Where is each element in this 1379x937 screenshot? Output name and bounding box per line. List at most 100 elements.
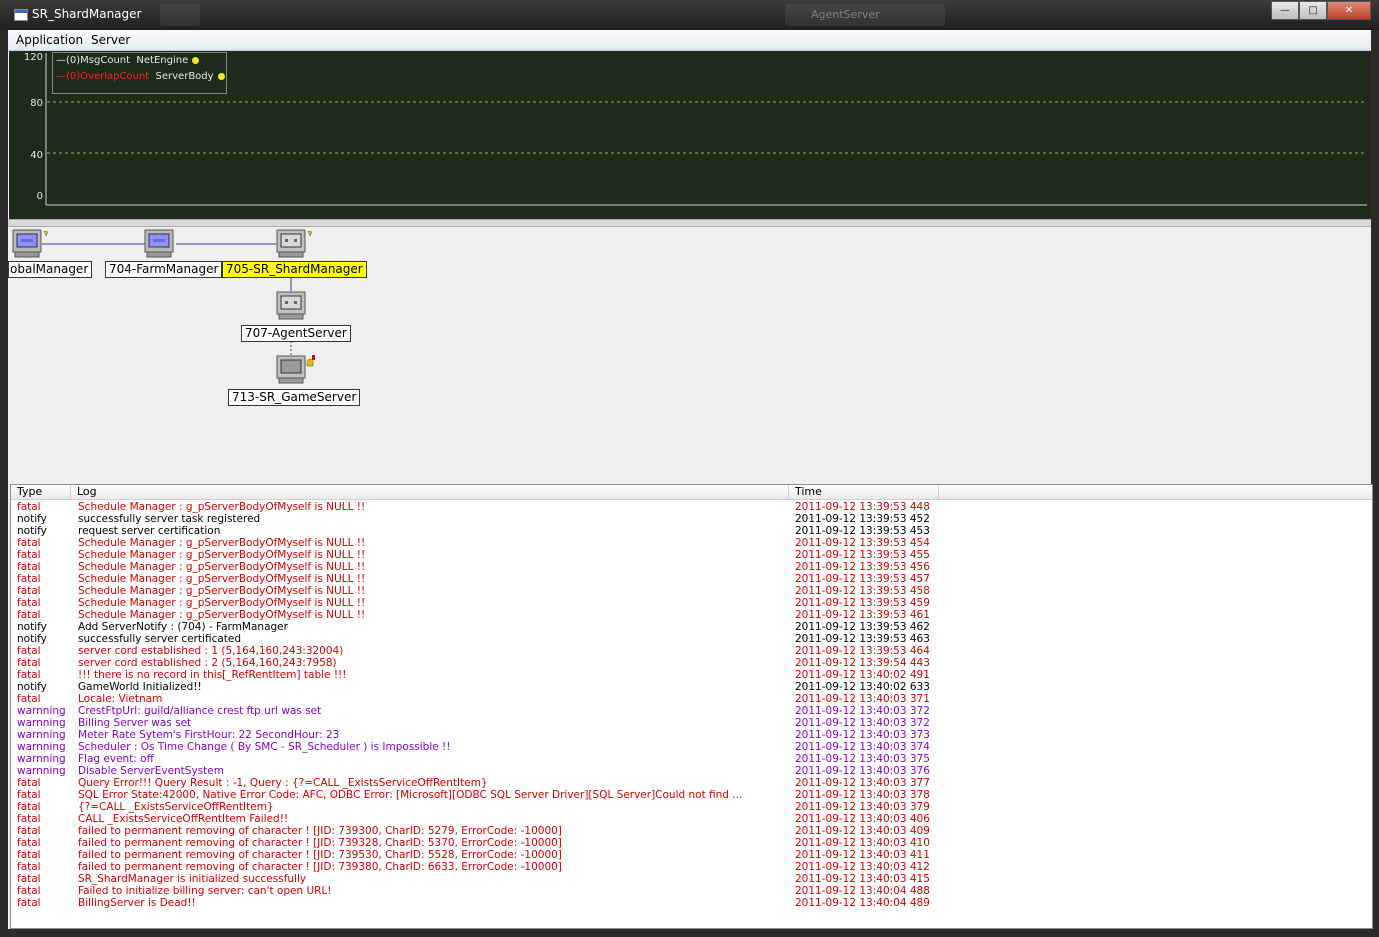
log-cell-time: 2011-09-12 13:39:53 455 <box>795 549 930 561</box>
maximize-button[interactable]: □ <box>1299 1 1327 20</box>
log-row[interactable]: fatal Schedule Manager : g_pServerBodyOfM… <box>11 609 1372 621</box>
log-cell-log: BillingServer is Dead!! <box>78 897 196 909</box>
log-row[interactable]: warnning Disable ServerEventSystem 2011-09… <box>11 765 1372 777</box>
log-row[interactable]: fatal SQL Error State:42000, Native Error… <box>11 789 1372 801</box>
log-cell-time: 2011-09-12 13:39:53 459 <box>795 597 930 609</box>
log-row[interactable]: fatal BillingServer is Dead!! 2011-09-12 1… <box>11 897 1372 909</box>
log-cell-time: 2011-09-12 13:40:03 374 <box>795 741 930 753</box>
log-cell-log: SR_ShardManager is initialized successfu… <box>78 873 307 885</box>
log-row[interactable]: fatal server cord established : 1 (5,164,… <box>11 645 1372 657</box>
menu-application[interactable]: Application <box>16 33 83 47</box>
log-cell-time: 2011-09-12 13:39:53 457 <box>795 573 930 585</box>
server-node-label[interactable]: 704-FarmManager <box>105 261 223 278</box>
column-header-type[interactable]: Type <box>11 485 71 499</box>
log-row[interactable]: notify successfully server task registere… <box>11 513 1372 525</box>
log-cell-time: 2011-09-12 13:39:53 452 <box>795 513 930 525</box>
log-row[interactable]: fatal SR_ShardManager is initialized succ… <box>11 873 1372 885</box>
log-row[interactable]: fatal failed to permanent removing of cha… <box>11 825 1372 837</box>
log-row[interactable]: fatal CALL _ExistsServiceOffRentItem Fail… <box>11 813 1372 825</box>
menu-server[interactable]: Server <box>91 33 130 47</box>
server-topology-map: obalManager 704-FarmManager 705-SR_Shard… <box>8 227 1371 482</box>
log-list-header: Type Log Time <box>11 485 1372 500</box>
log-cell-type: fatal <box>17 813 41 825</box>
log-cell-log: Scheduler : Os Time Change ( By SMC - SR… <box>78 741 451 753</box>
column-header-log[interactable]: Log <box>71 485 789 499</box>
log-row[interactable]: notify successfully server certificated 20… <box>11 633 1372 645</box>
log-cell-type: fatal <box>17 873 41 885</box>
close-button[interactable]: ✕ <box>1327 1 1371 20</box>
log-row[interactable]: fatal {?=CALL _ExistsServiceOffRentItem} 2… <box>11 801 1372 813</box>
server-node-global-computer-icon[interactable] <box>12 229 49 258</box>
log-row[interactable]: fatal Schedule Manager : g_pServerBodyOfM… <box>11 597 1372 609</box>
log-cell-log: Disable ServerEventSystem <box>78 765 224 777</box>
log-cell-log: Billing Server was set <box>78 717 192 729</box>
log-cell-log: CALL _ExistsServiceOffRentItem Failed!! <box>78 813 289 825</box>
log-cell-time: 2011-09-12 13:40:03 372 <box>795 705 930 717</box>
log-row[interactable]: notify GameWorld Initialized!! 2011-09-12 … <box>11 681 1372 693</box>
server-node-label[interactable]: 713-SR_GameServer <box>228 389 361 406</box>
server-node-farm-computer-icon[interactable] <box>144 229 174 258</box>
log-cell-log: Flag event: off <box>78 753 154 765</box>
log-row[interactable]: warnning Flag event: off 2011-09-12 13:40:… <box>11 753 1372 765</box>
log-row[interactable]: fatal failed to permanent removing of cha… <box>11 849 1372 861</box>
pane-splitter[interactable] <box>8 219 1371 227</box>
log-row[interactable]: fatal Schedule Manager : g_pServerBodyOfM… <box>11 501 1372 513</box>
y-tick-label: 0 <box>36 191 43 202</box>
log-row[interactable]: fatal Schedule Manager : g_pServerBodyOfM… <box>11 537 1372 549</box>
log-row[interactable]: fatal Locale: Vietnam 2011-09-12 13:40:03 … <box>11 693 1372 705</box>
log-cell-type: fatal <box>17 549 41 561</box>
status-dot-icon <box>192 56 200 64</box>
log-row[interactable]: fatal !!! there is no record in this[_Ref… <box>11 669 1372 681</box>
log-row[interactable]: fatal Schedule Manager : g_pServerBodyOfM… <box>11 573 1372 585</box>
log-cell-log: CrestFtpUrl: guild/alliance crest ftp ur… <box>78 705 322 717</box>
log-row[interactable]: fatal Schedule Manager : g_pServerBodyOfM… <box>11 549 1372 561</box>
log-cell-log: request server certification <box>78 525 221 537</box>
column-header-time[interactable]: Time <box>789 485 939 499</box>
log-cell-type: fatal <box>17 609 41 621</box>
log-cell-time: 2011-09-12 13:40:03 372 <box>795 717 930 729</box>
log-row[interactable]: notify Add ServerNotify : (704) - FarmMan… <box>11 621 1372 633</box>
log-cell-type: fatal <box>17 861 41 873</box>
log-row[interactable]: warnning Billing Server was set 2011-09-12… <box>11 717 1372 729</box>
log-rows: fatal Schedule Manager : g_pServerBodyOfM… <box>11 501 1372 909</box>
server-node-shard-computer-icon[interactable] <box>276 229 313 258</box>
log-cell-time: 2011-09-12 13:40:04 488 <box>795 885 930 897</box>
log-cell-log: Failed to initialize billing server: can… <box>78 885 332 897</box>
log-cell-log: Schedule Manager : g_pServerBodyOfMyself… <box>78 501 366 513</box>
legend-item-msgcount: —(0)MsgCount NetEngine <box>56 55 200 66</box>
log-row[interactable]: fatal Failed to initialize billing server… <box>11 885 1372 897</box>
window-controls: — □ ✕ <box>1271 1 1371 20</box>
log-cell-log: Schedule Manager : g_pServerBodyOfMyself… <box>78 573 366 585</box>
log-row[interactable]: fatal Schedule Manager : g_pServerBodyOfM… <box>11 585 1372 597</box>
legend-series-name: (0)OverlapCount <box>66 71 150 82</box>
server-node-label-selected[interactable]: 705-SR_ShardManager <box>222 261 367 278</box>
server-node-label[interactable]: obalManager <box>8 261 93 278</box>
log-row[interactable]: fatal failed to permanent removing of cha… <box>11 861 1372 873</box>
log-row[interactable]: fatal server cord established : 2 (5,164,… <box>11 657 1372 669</box>
window-title: SR_ShardManager <box>32 7 142 21</box>
minimize-button[interactable]: — <box>1271 1 1299 20</box>
server-node-label[interactable]: 707-AgentServer <box>241 325 351 342</box>
log-row[interactable]: fatal Schedule Manager : g_pServerBodyOfM… <box>11 561 1372 573</box>
log-cell-type: fatal <box>17 573 41 585</box>
server-node-game-computer-icon[interactable] <box>276 353 315 384</box>
log-cell-log: SQL Error State:42000, Native Error Code… <box>78 789 743 801</box>
log-cell-type: fatal <box>17 657 41 669</box>
log-row[interactable]: fatal failed to permanent removing of cha… <box>11 837 1372 849</box>
log-list[interactable]: Type Log Time fatal Schedule Manager : g_… <box>10 484 1373 929</box>
legend-series-source: NetEngine <box>136 55 189 66</box>
log-row[interactable]: warnning Meter Rate Sytem's FirstHour: 22… <box>11 729 1372 741</box>
log-row[interactable]: warnning CrestFtpUrl: guild/alliance cres… <box>11 705 1372 717</box>
log-row[interactable]: fatal Query Error!!! Query Result : -1, Q… <box>11 777 1372 789</box>
log-cell-type: fatal <box>17 897 41 909</box>
log-cell-type: warnning <box>17 717 66 729</box>
log-cell-time: 2011-09-12 13:40:03 406 <box>795 813 930 825</box>
log-row[interactable]: notify request server certification 2011-0… <box>11 525 1372 537</box>
y-tick-label: 120 <box>23 52 43 63</box>
server-node-agent-computer-icon[interactable] <box>276 291 306 320</box>
log-cell-log: server cord established : 1 (5,164,160,2… <box>78 645 344 657</box>
log-cell-log: Schedule Manager : g_pServerBodyOfMyself… <box>78 609 366 621</box>
title-bar[interactable]: SR_ShardManager AgentServer — □ ✕ <box>0 0 1379 30</box>
legend-line-icon: — <box>56 55 66 66</box>
log-row[interactable]: warnning Scheduler : Os Time Change ( By … <box>11 741 1372 753</box>
